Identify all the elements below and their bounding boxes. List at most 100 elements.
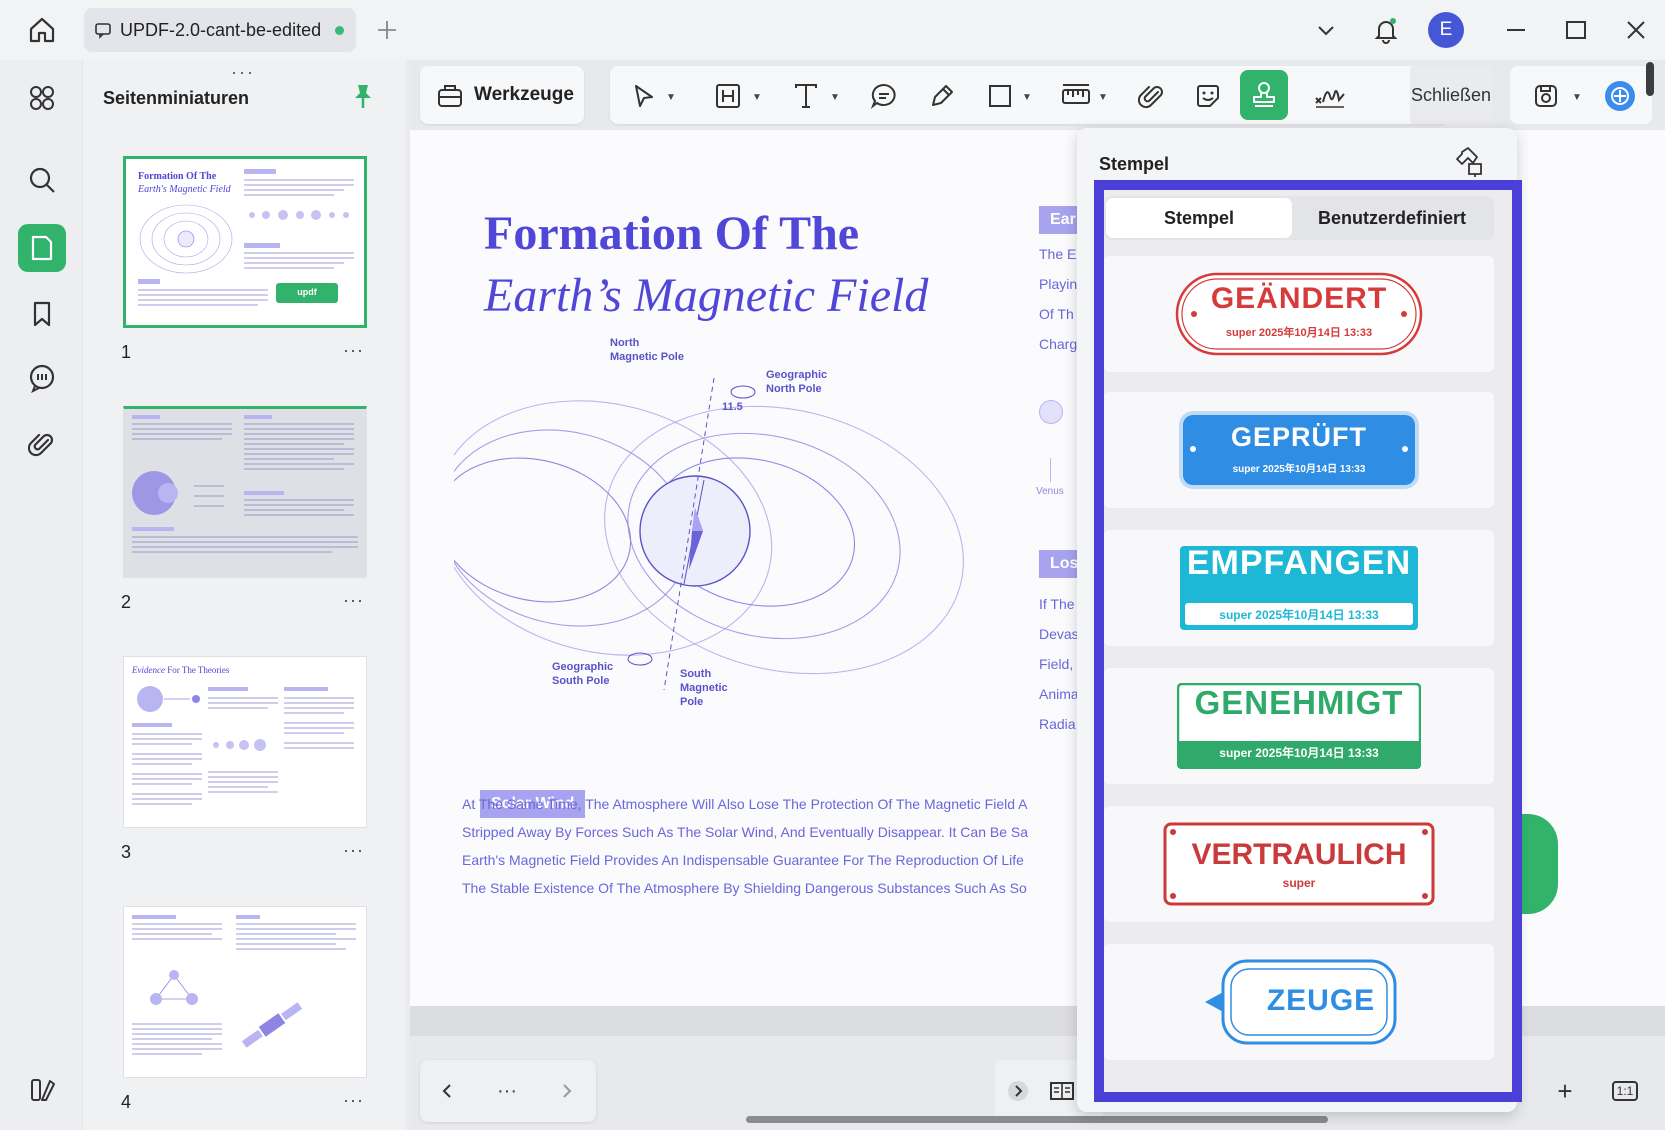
body-line-4: The Stable Existence Of The Atmosphere B…: [462, 880, 1027, 896]
maximize-icon[interactable]: [1558, 12, 1594, 48]
side-line: Field,: [1039, 656, 1074, 672]
chevron-down-icon[interactable]: ▼: [1022, 92, 1032, 103]
close-icon[interactable]: [1618, 12, 1654, 48]
planet-marker: [1039, 400, 1063, 424]
reading-mode-icon[interactable]: [1047, 1076, 1077, 1106]
page-more-button-3[interactable]: ···: [343, 840, 364, 861]
geographic-north-pole-label: Geographic North Pole: [766, 369, 828, 395]
chevron-down-icon[interactable]: ▼: [1098, 92, 1108, 103]
body-line-2: Stripped Away By Forces Such As The Sola…: [462, 824, 1029, 840]
pin-icon[interactable]: [351, 82, 375, 110]
highlight-tool-icon[interactable]: [708, 76, 748, 116]
floating-handle[interactable]: [1522, 814, 1558, 914]
side-line: Playin: [1039, 276, 1078, 292]
tool-group: ▼ ▼ ▼ ▼ ▼: [610, 66, 1450, 124]
text-tool-icon[interactable]: [786, 76, 826, 116]
south-magnetic-pole-label: South Magnetic Pole: [680, 668, 728, 708]
new-tab-icon[interactable]: [375, 18, 399, 42]
body-line-1: At The Same Time, The Atmosphere Will Al…: [462, 796, 1028, 812]
ai-assistant-icon[interactable]: [1600, 76, 1640, 116]
thumbnails-icon[interactable]: [18, 224, 66, 272]
document-title-line1: Formation Of The: [484, 207, 860, 260]
pencil-tool-icon[interactable]: [922, 76, 962, 116]
stamp-zeuge[interactable]: ZEUGE: [1104, 944, 1494, 1060]
vertical-scrollbar[interactable]: [1646, 62, 1654, 96]
page-thumbnail-3[interactable]: Evidence For The Theories: [123, 656, 367, 828]
document-title-line2: Earth’s Magnetic Field: [484, 269, 929, 322]
select-tool-icon[interactable]: [624, 76, 664, 116]
stamp-label: GEÄNDERT: [1210, 282, 1388, 315]
attach-tool-icon[interactable]: [1132, 76, 1172, 116]
thumbnail-panel: ··· Seitenminiaturen Formation Of The Ea…: [82, 60, 406, 1130]
chevron-down-icon[interactable]: ▼: [1572, 92, 1582, 103]
zoom-in-button[interactable]: +: [1548, 1074, 1582, 1108]
stamp-date: super 2025年10月14日 13:33: [1225, 327, 1373, 339]
close-tool-button[interactable]: Schließen: [1410, 66, 1492, 124]
page-more-button-1[interactable]: ···: [343, 340, 364, 361]
stamp-genehmigt[interactable]: GENEHMIGT super 2025年10月14日 13:33: [1104, 668, 1494, 784]
save-icon[interactable]: [1526, 76, 1566, 116]
tools-button[interactable]: Werkzeuge: [420, 66, 584, 124]
next-page-icon[interactable]: [552, 1076, 582, 1106]
page-number-4: 4: [121, 1092, 132, 1112]
stamp-panel-title: Stempel: [1099, 154, 1170, 174]
stamp-tool-icon[interactable]: [1240, 70, 1288, 120]
more-pages-button[interactable]: ···: [492, 1076, 522, 1106]
unsaved-dot: [335, 25, 345, 35]
page-thumbnail-4[interactable]: [123, 906, 367, 1078]
home-icon[interactable]: [22, 13, 62, 47]
tab-benutzerdefiniert[interactable]: Benutzerdefiniert: [1292, 198, 1492, 238]
stamp-tabs: Stempel Benutzerdefiniert: [1104, 196, 1494, 240]
side-line: Anima: [1039, 686, 1079, 702]
stamp-empfangen[interactable]: EMPFANGEN super 2025年10月14日 13:33: [1104, 530, 1494, 646]
chevron-down-icon[interactable]: ▼: [830, 92, 840, 103]
tools-label: Werkzeuge: [474, 84, 574, 105]
page-navigation: ···: [420, 1060, 596, 1122]
page-thumbnail-1[interactable]: Formation Of The Earth's Magnetic Field …: [123, 156, 367, 328]
side-line: Devas: [1039, 626, 1079, 642]
chevron-down-icon[interactable]: ▼: [752, 92, 762, 103]
side-line: Radia: [1039, 716, 1076, 732]
toolbar: Werkzeuge ▼ ▼ ▼ ▼ ▼ Schließen ▼: [410, 62, 1660, 130]
previous-page-icon[interactable]: [432, 1076, 462, 1106]
avatar[interactable]: E: [1428, 12, 1464, 48]
document-tab[interactable]: UPDF-2.0-cant-be-edited: [84, 8, 356, 52]
stamp-date: super 2025年10月14日 13:33: [1219, 608, 1379, 622]
measure-tool-icon[interactable]: [1056, 76, 1096, 116]
stamp-panel: Stempel Stempel Benutzerdefiniert GEÄNDE…: [1077, 128, 1522, 1112]
stamp-date: super 2025年10月14日 13:33: [1219, 746, 1379, 760]
horizontal-scrollbar[interactable]: [746, 1116, 1328, 1123]
geographic-south-pole-label: Geographic South Pole: [552, 661, 614, 687]
page-more-button-4[interactable]: ···: [343, 1090, 364, 1111]
chevron-down-icon[interactable]: ▼: [666, 92, 676, 103]
stamp-geaendert[interactable]: GEÄNDERT super 2025年10月14日 13:33: [1104, 256, 1494, 372]
sticker-tool-icon[interactable]: [1188, 76, 1228, 116]
signature-tool-icon[interactable]: [1310, 76, 1350, 116]
shape-tool-icon[interactable]: [980, 76, 1020, 116]
body-line-3: Earth's Magnetic Field Provides An Indis…: [462, 852, 1024, 868]
organize-icon[interactable]: [18, 74, 66, 122]
side-line: Charg: [1039, 336, 1078, 352]
stamp-date: super 2025年10月14日 13:33: [1232, 464, 1366, 475]
page-more-button-2[interactable]: ···: [343, 590, 364, 611]
pin-icon[interactable]: [1453, 146, 1485, 178]
bell-icon[interactable]: [1368, 12, 1404, 48]
comment-tool-icon[interactable]: [864, 76, 904, 116]
tab-stempel[interactable]: Stempel: [1106, 198, 1292, 238]
stamp-vertraulich[interactable]: VERTRAULICH super: [1104, 806, 1494, 922]
search-icon[interactable]: [18, 156, 66, 204]
stamp-label: GENEHMIGT: [1194, 684, 1404, 721]
title-bar: UPDF-2.0-cant-be-edited E: [0, 0, 1665, 60]
stamp-geprueft[interactable]: GEPRÜFT super 2025年10月14日 13:33: [1104, 392, 1494, 508]
actual-size-button[interactable]: 1:1: [1608, 1074, 1642, 1108]
drag-handle[interactable]: ···: [231, 62, 255, 83]
comments-icon[interactable]: [18, 354, 66, 402]
bookmark-icon[interactable]: [18, 290, 66, 338]
chevron-down-icon[interactable]: [1308, 12, 1344, 48]
minimize-icon[interactable]: [1498, 12, 1534, 48]
expand-icon[interactable]: [1003, 1076, 1033, 1106]
attachment-icon[interactable]: [18, 420, 66, 468]
angle-label: 11.5: [722, 401, 743, 413]
page-thumbnail-2[interactable]: [123, 406, 367, 578]
panel-layout-icon[interactable]: [18, 1066, 66, 1114]
